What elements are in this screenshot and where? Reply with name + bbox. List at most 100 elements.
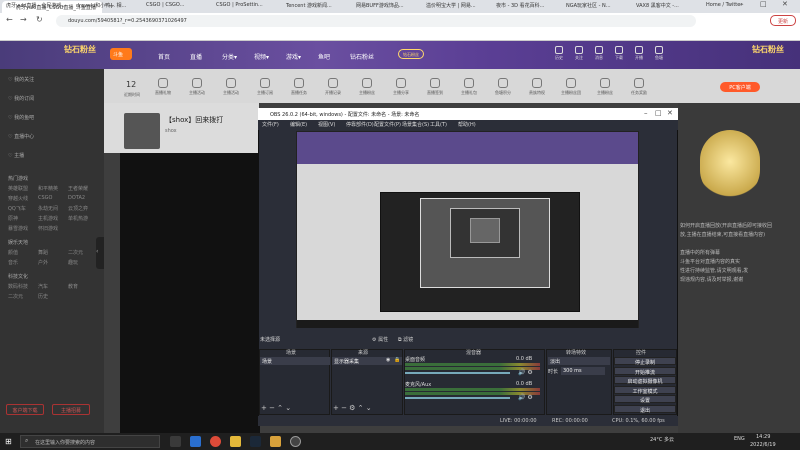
lock-icon[interactable]: 🔒: [394, 357, 400, 363]
sidebar-link[interactable]: 单机热游: [68, 215, 88, 222]
obs-menu-item[interactable]: 配置文件(P): [374, 121, 401, 128]
sidebar-link[interactable]: 王者荣耀: [68, 185, 88, 192]
filters-button[interactable]: ⧉ 滤镜: [398, 336, 413, 343]
edge-icon[interactable]: [190, 436, 201, 447]
bookmark-item[interactable]: CSGO | ProSettin...: [216, 2, 263, 8]
windows-start-icon[interactable]: ⊞: [5, 437, 12, 446]
streamer-name[interactable]: shox: [165, 128, 177, 134]
obs-menu-item[interactable]: 帮助(H): [458, 121, 476, 128]
obs-control-button[interactable]: 退出: [614, 404, 676, 414]
update-button[interactable]: 更新: [770, 15, 796, 26]
category-item[interactable]: 直播签到: [422, 78, 448, 96]
sidebar-link[interactable]: 舞蹈: [38, 249, 48, 256]
source-controls[interactable]: + − ⚙ ⌃ ⌄: [333, 404, 372, 412]
taskbar-search[interactable]: 在这里输入你要搜索的内容: [20, 435, 160, 448]
streamer-avatar[interactable]: [124, 113, 160, 149]
site-logo[interactable]: 钻石粉丝: [64, 46, 96, 54]
scene-controls[interactable]: + − ⌃ ⌄: [261, 404, 291, 412]
category-item[interactable]: 开播记录: [320, 78, 346, 96]
properties-button[interactable]: ⚙ 属性: [372, 336, 388, 343]
steam-icon[interactable]: [250, 436, 261, 447]
nav-item[interactable]: 鱼吧: [318, 52, 330, 61]
sidebar-link[interactable]: 颜值: [8, 249, 18, 256]
bookmark-item[interactable]: NGA玩家社区 - N...: [566, 2, 611, 9]
chrome-icon[interactable]: [210, 436, 221, 447]
close-icon[interactable]: ✕: [782, 0, 788, 8]
obs-menu-item[interactable]: 停靠部件(D): [346, 121, 374, 128]
category-item[interactable]: 直播礼物: [150, 78, 176, 96]
desktop-mute-icon[interactable]: 🔊 ⚙: [518, 369, 533, 376]
maximize-icon[interactable]: □: [760, 0, 767, 8]
sidebar-link[interactable]: 数码科技: [8, 283, 28, 290]
bookmark-item[interactable]: 网易BUFF游戏饰品...: [356, 2, 404, 9]
mic-volume-slider[interactable]: [405, 397, 510, 399]
clock-time[interactable]: 14:29: [756, 434, 770, 440]
bookmark-item[interactable]: 溢价明宝大学 | 网易...: [426, 2, 476, 9]
language-indicator[interactable]: ENG: [734, 436, 745, 442]
obs-maximize-icon[interactable]: □: [655, 109, 662, 117]
category-item[interactable]: 主播粉丝团: [558, 78, 584, 96]
mic-mute-icon[interactable]: 🔊 ⚙: [518, 394, 533, 401]
sidebar-link[interactable]: 穿越火线: [8, 195, 28, 202]
sidebar-link[interactable]: QQ飞车: [8, 205, 26, 212]
forward-icon[interactable]: →: [20, 15, 27, 24]
header-icon[interactable]: 鱼塘: [652, 46, 666, 61]
sidebar-link[interactable]: 户外: [38, 259, 48, 266]
scene-item[interactable]: 场景: [260, 357, 330, 365]
sidebar-link[interactable]: 趣玩: [68, 259, 78, 266]
nav-item[interactable]: 分类▾: [222, 52, 237, 61]
category-item[interactable]: 主播粉丝: [592, 78, 618, 96]
csgo-icon[interactable]: [270, 436, 281, 447]
clock-date[interactable]: 2022/6/19: [750, 442, 776, 448]
obs-taskbar-icon[interactable]: [290, 436, 301, 447]
client-download-button[interactable]: 客户端下载: [6, 404, 44, 415]
obs-menu-item[interactable]: 场景集合(S): [402, 121, 429, 128]
sidebar-link[interactable]: 历史: [38, 293, 48, 300]
sidebar-link[interactable]: CSGO: [38, 195, 52, 201]
sidebar-link[interactable]: 永劫无间: [38, 205, 58, 212]
sidebar-item[interactable]: ♡ 我的鱼吧: [8, 114, 34, 121]
obs-menu-item[interactable]: 工具(T): [430, 121, 447, 128]
sidebar-link[interactable]: 汽车: [38, 283, 48, 290]
back-icon[interactable]: ←: [6, 15, 13, 24]
sidebar-link[interactable]: 怀旧游戏: [38, 225, 58, 232]
nav-item[interactable]: 视频▾: [254, 52, 269, 61]
category-item[interactable]: 主播分享: [388, 78, 414, 96]
sidebar-item[interactable]: ♡ 直播中心: [8, 133, 34, 140]
banner-badge[interactable]: 钻石粉丝: [398, 49, 424, 59]
sidebar-item[interactable]: ♡ 我的关注: [8, 76, 34, 83]
obs-menu-item[interactable]: 编辑(E): [290, 121, 307, 128]
category-item[interactable]: 贵族特权: [524, 78, 550, 96]
obs-menu-item[interactable]: 文件(F): [262, 121, 279, 128]
category-item[interactable]: 主播活动: [218, 78, 244, 96]
anchor-recruit-button[interactable]: 主播招募: [52, 404, 90, 415]
category-item[interactable]: 主播订阅: [252, 78, 278, 96]
sidebar-link[interactable]: 教育: [68, 283, 78, 290]
category-item[interactable]: 主播粉丝: [354, 78, 380, 96]
explorer-icon[interactable]: [230, 436, 241, 447]
url-field[interactable]: douyu.com/5940581?_r=0.2543690371026497: [56, 15, 696, 27]
bookmark-item[interactable]: Tencent 游戏新闻...: [286, 2, 332, 9]
header-icon[interactable]: 下载: [612, 46, 626, 61]
sidebar-collapse-icon[interactable]: ‹: [96, 237, 104, 269]
obs-control-button[interactable]: 启动虚拟摄像机: [614, 376, 676, 385]
category-item[interactable]: 鱼塘积分: [490, 78, 516, 96]
sidebar-item[interactable]: ♡ 主播: [8, 152, 24, 159]
bookmark-item[interactable]: 虎牙yuki直播 - 全民游戏...: [6, 2, 66, 9]
header-icon[interactable]: 关注: [572, 46, 586, 61]
bookmark-item[interactable]: VAX8 黑客中文 -...: [636, 2, 679, 9]
bookmark-item[interactable]: drewski和小鸭... 相...: [76, 2, 126, 9]
sidebar-link[interactable]: 原神: [8, 215, 18, 222]
eye-icon[interactable]: ◉: [386, 357, 390, 363]
reload-icon[interactable]: ↻: [36, 15, 43, 24]
obs-control-button[interactable]: 停止录制: [614, 357, 676, 366]
douyu-logo[interactable]: 斗鱼: [110, 48, 132, 60]
sidebar-link[interactable]: 主机游戏: [38, 215, 58, 222]
nav-item[interactable]: 首页: [158, 52, 170, 61]
sidebar-link[interactable]: 和平精英: [38, 185, 58, 192]
obs-control-button[interactable]: 设置: [614, 395, 676, 404]
header-icon[interactable]: 历史: [552, 46, 566, 61]
obs-control-button[interactable]: 工作室模式: [614, 385, 676, 395]
sidebar-item[interactable]: ♡ 我的订阅: [8, 95, 34, 102]
sidebar-link[interactable]: DOTA2: [68, 195, 85, 201]
